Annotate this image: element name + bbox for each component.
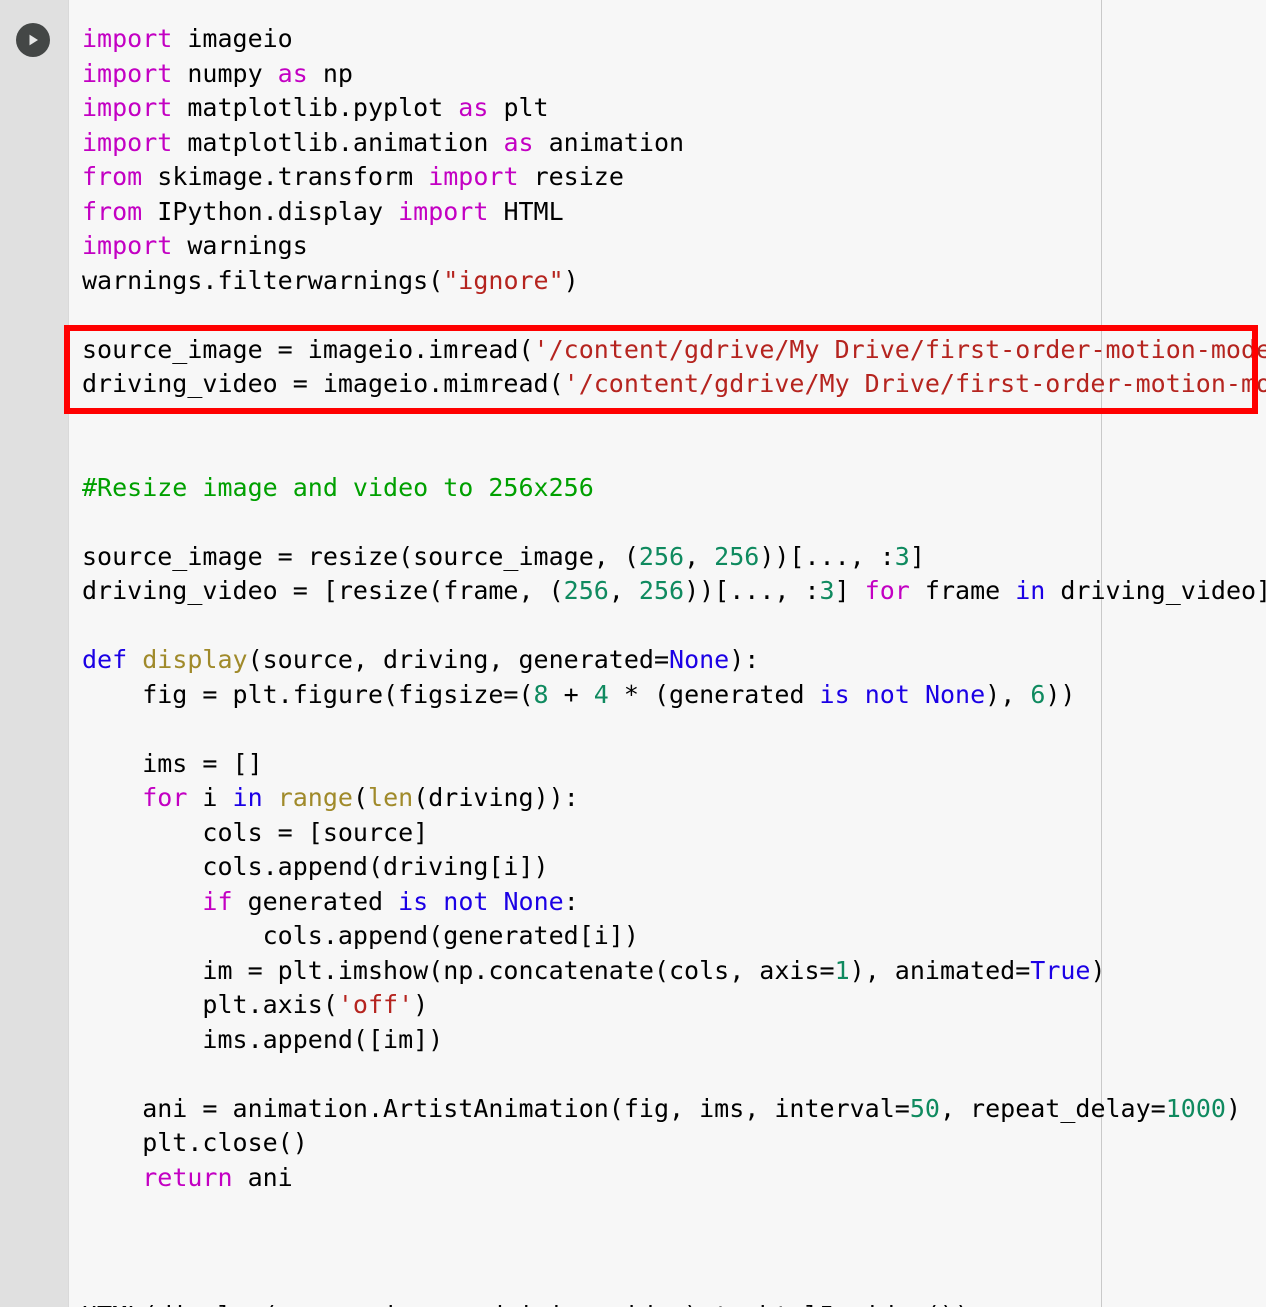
code-editor-surface[interactable]: import imageio import numpy as np import… [68, 0, 1266, 1307]
cell-gutter [0, 0, 68, 1307]
play-icon [25, 32, 41, 48]
code-block[interactable]: import imageio import numpy as np import… [69, 0, 1266, 1307]
notebook-code-cell: import imageio import numpy as np import… [0, 0, 1266, 1307]
run-cell-button[interactable] [16, 23, 50, 57]
